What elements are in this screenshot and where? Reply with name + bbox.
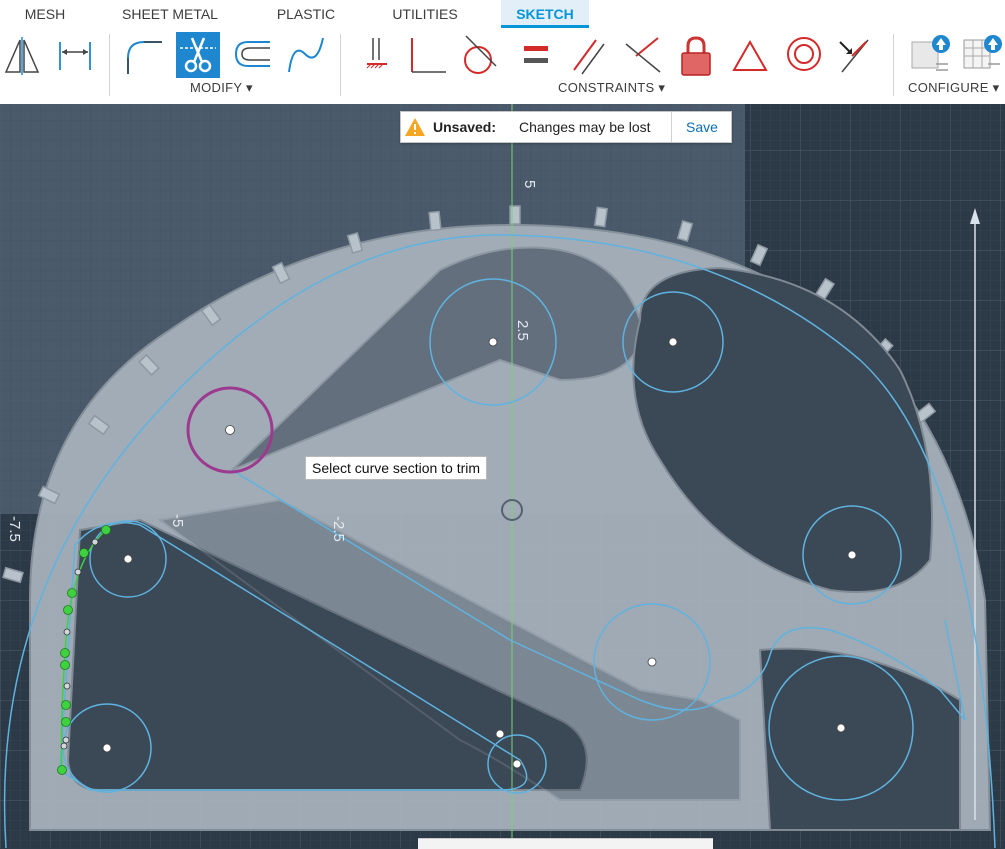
configure-menu[interactable]: CONFIGURE ▾ bbox=[908, 80, 999, 96]
parallel-icon bbox=[573, 39, 605, 75]
axis-label-x-mid-left: -5 bbox=[169, 514, 186, 527]
configure-table-button[interactable] bbox=[906, 32, 950, 78]
save-button[interactable]: Save bbox=[671, 112, 732, 142]
triangle-icon bbox=[732, 39, 768, 71]
offset-icon bbox=[234, 41, 270, 67]
midpoint-icon bbox=[839, 39, 869, 73]
mirror-icon bbox=[4, 37, 40, 75]
horizontal-vertical-icon bbox=[366, 38, 387, 69]
warning-icon bbox=[405, 118, 425, 136]
parallel-button[interactable] bbox=[566, 32, 610, 78]
perpendicular-icon bbox=[411, 38, 446, 73]
axis-label-x-mid: -2.5 bbox=[330, 516, 347, 542]
toolbar-separator bbox=[109, 34, 110, 96]
fix-button[interactable] bbox=[674, 32, 718, 78]
dimension-icon bbox=[59, 42, 91, 70]
triangle-button[interactable] bbox=[728, 32, 772, 78]
spline-icon bbox=[288, 37, 324, 73]
concentric-icon bbox=[787, 37, 821, 71]
fix-icon bbox=[681, 36, 711, 76]
unsaved-label: Unsaved: bbox=[433, 119, 497, 135]
dimension-tool-button[interactable] bbox=[52, 32, 96, 78]
concentric-button[interactable] bbox=[782, 32, 826, 78]
coincident-icon bbox=[625, 37, 661, 73]
unsaved-message: Changes may be lost bbox=[519, 119, 651, 135]
trim-tool-button[interactable] bbox=[176, 32, 220, 78]
horizontal-vertical-button[interactable] bbox=[355, 32, 399, 78]
tab-sheet-metal[interactable]: SHEET METAL bbox=[104, 0, 236, 28]
fillet-icon bbox=[127, 41, 162, 74]
navigation-bar bbox=[418, 838, 713, 849]
configure-table-icon bbox=[911, 35, 950, 71]
fillet-tool-button[interactable] bbox=[120, 32, 164, 78]
sketch-viewport[interactable]: 5 2.5 -7.5 -5 -2.5 bbox=[0, 104, 1005, 848]
tab-mesh[interactable]: MESH bbox=[14, 0, 76, 28]
spline-tool-button[interactable] bbox=[283, 32, 327, 78]
tab-plastic[interactable]: PLASTIC bbox=[262, 0, 350, 28]
trim-tooltip: Select curve section to trim bbox=[305, 456, 488, 480]
axis-label-y-top: 5 bbox=[521, 180, 538, 188]
configure-rule-icon bbox=[963, 35, 1002, 69]
tab-bar: MESH SHEET METAL PLASTIC UTILITIES SKETC… bbox=[0, 0, 1005, 28]
axis-label-y-mid: 2.5 bbox=[514, 320, 531, 341]
trim-icon bbox=[180, 37, 216, 73]
toolbar-separator bbox=[893, 34, 894, 96]
modify-menu[interactable]: MODIFY ▾ bbox=[190, 80, 253, 96]
tab-utilities[interactable]: UTILITIES bbox=[378, 0, 472, 28]
perpendicular-button[interactable] bbox=[404, 32, 448, 78]
axis-label-x-left: -7.5 bbox=[6, 516, 23, 542]
configure-rule-button[interactable] bbox=[958, 32, 1002, 78]
equal-icon bbox=[524, 46, 548, 63]
tab-sketch[interactable]: SKETCH bbox=[501, 0, 589, 28]
sketch-canvas[interactable]: 5 2.5 -7.5 -5 -2.5 bbox=[0, 104, 1005, 848]
constraints-menu[interactable]: CONSTRAINTS ▾ bbox=[558, 80, 665, 96]
offset-tool-button[interactable] bbox=[230, 32, 274, 78]
toolbar: MESH SHEET METAL PLASTIC UTILITIES SKETC… bbox=[0, 0, 1005, 105]
mirror-tool-button[interactable] bbox=[0, 32, 44, 78]
toolbar-separator bbox=[340, 34, 341, 96]
midpoint-button[interactable] bbox=[830, 32, 874, 78]
coincident-button[interactable] bbox=[620, 32, 664, 78]
tangent-icon bbox=[464, 35, 497, 74]
unsaved-notice: Unsaved: Changes may be lost Save bbox=[400, 111, 732, 143]
equal-button[interactable] bbox=[512, 32, 556, 78]
tangent-button[interactable] bbox=[456, 32, 500, 78]
